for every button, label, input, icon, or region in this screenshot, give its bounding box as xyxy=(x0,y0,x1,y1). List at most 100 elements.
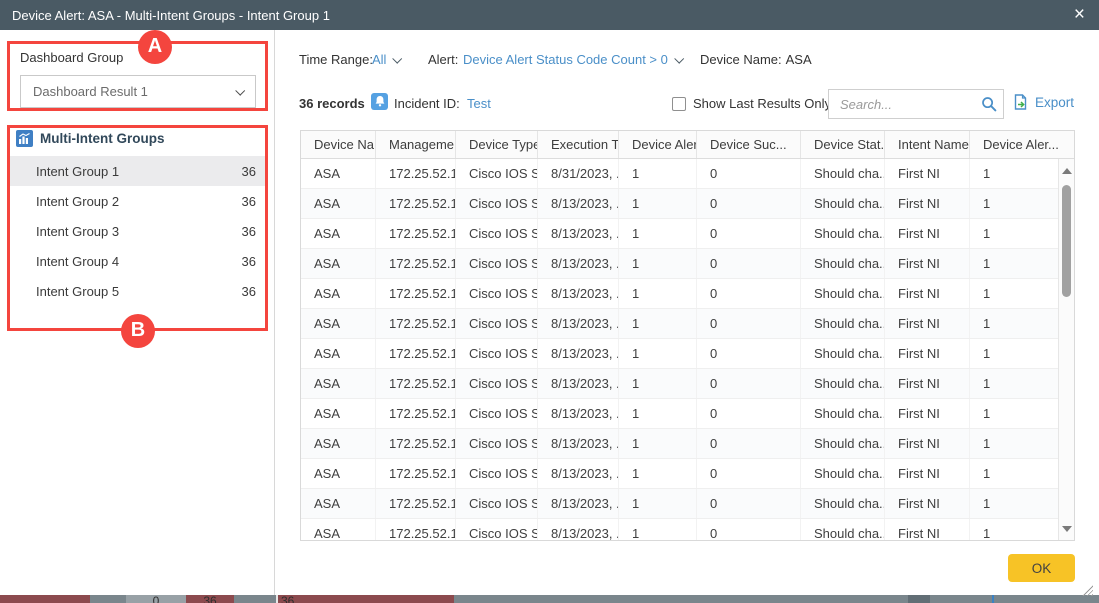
table-link-cell[interactable]: ASA xyxy=(301,309,376,338)
sidebar-item-intent-group[interactable]: Intent Group 236 xyxy=(10,186,268,216)
table-row[interactable]: ASA172.25.52.1Cisco IOS S...8/13/2023, .… xyxy=(301,489,1058,519)
table-link-cell[interactable]: 1 xyxy=(619,219,697,248)
table-link-cell[interactable]: First NI xyxy=(885,399,970,428)
background-strip-cell xyxy=(90,595,126,603)
table-link-cell[interactable]: First NI xyxy=(885,219,970,248)
sidebar-item-intent-group[interactable]: Intent Group 4 36 xyxy=(10,246,268,276)
incident-id-link[interactable]: Test xyxy=(467,96,491,111)
multi-intent-groups-title: Multi-Intent Groups xyxy=(40,131,164,146)
column-header[interactable]: Device Suc... xyxy=(697,131,801,158)
table-row[interactable]: ASA172.25.52.1Cisco IOS S...8/13/2023, .… xyxy=(301,309,1058,339)
table-row[interactable]: ASA172.25.52.1Cisco IOS S...8/13/2023, .… xyxy=(301,219,1058,249)
table-link-cell[interactable]: ASA xyxy=(301,459,376,488)
table-link-cell[interactable]: ASA xyxy=(301,369,376,398)
table-row[interactable]: ASA172.25.52.1Cisco IOS S...8/13/2023, .… xyxy=(301,399,1058,429)
table-row[interactable]: ASA172.25.52.1Cisco IOS S...8/13/2023, .… xyxy=(301,519,1058,540)
dialog-titlebar: Device Alert: ASA - Multi-Intent Groups … xyxy=(0,0,1099,30)
table-link-cell[interactable]: First NI xyxy=(885,159,970,188)
table-link-cell[interactable]: 1 xyxy=(619,429,697,458)
search-icon[interactable] xyxy=(975,96,1003,112)
table-row[interactable]: ASA172.25.52.1Cisco IOS S...8/13/2023, .… xyxy=(301,339,1058,369)
dashboard-group-select[interactable]: Dashboard Result 1 xyxy=(20,75,256,108)
column-header[interactable]: Device Type xyxy=(456,131,538,158)
table-link-cell[interactable]: First NI xyxy=(885,429,970,458)
table-link-cell[interactable]: First NI xyxy=(885,249,970,278)
table-row[interactable]: ASA172.25.52.1Cisco IOS S...8/13/2023, .… xyxy=(301,369,1058,399)
table-link-cell[interactable]: First NI xyxy=(885,489,970,518)
table-row[interactable]: ASA172.25.52.1Cisco IOS S...8/13/2023, .… xyxy=(301,279,1058,309)
column-header[interactable]: Device Na... xyxy=(301,131,376,158)
table-link-cell[interactable]: First NI xyxy=(885,519,970,540)
table-cell: Should cha... xyxy=(801,159,885,188)
column-header[interactable]: Execution T... xyxy=(538,131,619,158)
intent-group-count: 36 xyxy=(242,254,256,269)
table-link-cell[interactable]: 1 xyxy=(619,489,697,518)
close-icon[interactable]: × xyxy=(1074,0,1085,30)
table-link-cell[interactable]: 1 xyxy=(619,519,697,540)
table-cell: 0 xyxy=(697,309,801,338)
table-link-cell[interactable]: ASA xyxy=(301,429,376,458)
table-cell: 1 xyxy=(970,339,1058,368)
table-link-cell[interactable]: ASA xyxy=(301,279,376,308)
table-cell: 172.25.52.1 xyxy=(376,489,456,518)
table-link-cell[interactable]: 1 xyxy=(619,309,697,338)
column-header[interactable]: Manageme... xyxy=(376,131,456,158)
export-button[interactable]: Export xyxy=(1014,94,1074,110)
intent-group-label: Intent Group 4 xyxy=(36,254,119,269)
resize-handle[interactable] xyxy=(1082,585,1093,596)
table-cell: 8/13/2023, ... xyxy=(538,249,619,278)
show-last-results-checkbox[interactable] xyxy=(672,97,686,111)
table-link-cell[interactable]: ASA xyxy=(301,189,376,218)
search-input[interactable] xyxy=(829,90,975,118)
table-link-cell[interactable]: 1 xyxy=(619,369,697,398)
table-link-cell[interactable]: First NI xyxy=(885,339,970,368)
table-link-cell[interactable]: 1 xyxy=(619,459,697,488)
table-link-cell[interactable]: 1 xyxy=(619,339,697,368)
table-cell: 172.25.52.1 xyxy=(376,429,456,458)
table-link-cell[interactable]: ASA xyxy=(301,339,376,368)
table-link-cell[interactable]: ASA xyxy=(301,399,376,428)
alert-dropdown[interactable]: Device Alert Status Code Count > 0 xyxy=(463,52,682,67)
table-link-cell[interactable]: First NI xyxy=(885,459,970,488)
table-cell: Cisco IOS S... xyxy=(456,339,538,368)
table-cell: 8/13/2023, ... xyxy=(538,429,619,458)
scroll-up-icon[interactable] xyxy=(1062,168,1072,174)
table-row[interactable]: ASA172.25.52.1Cisco IOS S...8/13/2023, .… xyxy=(301,429,1058,459)
table-row[interactable]: ASA172.25.52.1Cisco IOS S...8/13/2023, .… xyxy=(301,459,1058,489)
column-header[interactable]: Device Stat... xyxy=(801,131,885,158)
table-link-cell[interactable]: ASA xyxy=(301,219,376,248)
chevron-down-icon xyxy=(393,54,403,64)
column-header[interactable]: Device Aler... xyxy=(970,131,1058,158)
table-link-cell[interactable]: 1 xyxy=(619,189,697,218)
table-link-cell[interactable]: First NI xyxy=(885,369,970,398)
sidebar-item-intent-group[interactable]: Intent Group 536 xyxy=(10,276,268,306)
ok-button[interactable]: OK xyxy=(1008,554,1075,582)
table-row[interactable]: ASA172.25.52.1Cisco IOS S...8/13/2023, .… xyxy=(301,249,1058,279)
scrollbar-thumb[interactable] xyxy=(1062,185,1071,297)
table-link-cell[interactable]: 1 xyxy=(619,279,697,308)
table-rows: ASA172.25.52.1Cisco IOS S...8/31/2023, .… xyxy=(301,159,1074,540)
table-link-cell[interactable]: ASA xyxy=(301,249,376,278)
scroll-down-icon[interactable] xyxy=(1062,526,1072,532)
table-link-cell[interactable]: First NI xyxy=(885,189,970,218)
time-range-dropdown[interactable]: All xyxy=(372,52,400,67)
table-link-cell[interactable]: 1 xyxy=(619,399,697,428)
table-cell: 0 xyxy=(697,159,801,188)
table-row[interactable]: ASA172.25.52.1Cisco IOS S...8/13/2023, .… xyxy=(301,189,1058,219)
time-range-value: All xyxy=(372,52,386,67)
records-count: 36 records xyxy=(299,96,365,111)
device-name: Device Name: ASA xyxy=(700,52,812,67)
table-link-cell[interactable]: ASA xyxy=(301,489,376,518)
table-link-cell[interactable]: First NI xyxy=(885,279,970,308)
table-link-cell[interactable]: ASA xyxy=(301,519,376,540)
table-row[interactable]: ASA172.25.52.1Cisco IOS S...8/31/2023, .… xyxy=(301,159,1058,189)
column-header[interactable]: Device Aler... xyxy=(619,131,697,158)
table-link-cell[interactable]: 1 xyxy=(619,249,697,278)
chevron-down-icon xyxy=(674,54,684,64)
sidebar-item-intent-group[interactable]: Intent Group 336 xyxy=(10,216,268,246)
sidebar-item-intent-group[interactable]: Intent Group 136 xyxy=(10,156,268,186)
column-header[interactable]: Intent Name xyxy=(885,131,970,158)
table-link-cell[interactable]: First NI xyxy=(885,309,970,338)
table-link-cell[interactable]: ASA xyxy=(301,159,376,188)
table-link-cell[interactable]: 1 xyxy=(619,159,697,188)
